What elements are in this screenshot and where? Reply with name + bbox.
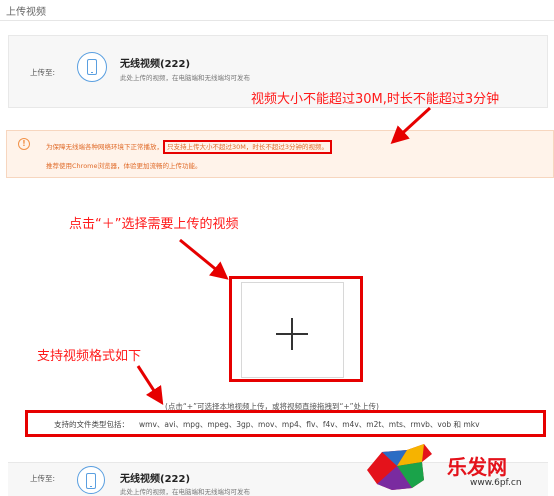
annotation-size-limit: 视频大小不能超过30M,时长不能超过3分钟: [251, 92, 500, 107]
watermark-logo: 乐发网: [447, 455, 507, 479]
bottom-mobile-phone-icon: [86, 473, 96, 489]
bottom-target-name: 无线视频(222): [120, 474, 191, 485]
plus-icon[interactable]: [291, 318, 293, 350]
upload-target-description: 此处上传的视频，在电脑端和无线端均可发布: [120, 74, 250, 82]
notice-banner: [6, 130, 554, 178]
annotation-click-plus: 点击“＋”选择需要上传的视频: [69, 217, 239, 232]
notice-text-prefix: 为保障无线端各种网络环境下正常播放，: [46, 143, 163, 151]
supported-formats: 支持的文件类型包括： wmv、avi、mpg、mpeg、3gp、mov、mp4、f…: [54, 419, 480, 430]
watermark-bull-icon: [367, 444, 432, 490]
notice-text-highlight: 只支持上传大小不超过30M，时长不超过3分钟的视频。: [163, 140, 333, 154]
arrow-to-upload-box: [179, 238, 229, 280]
formats-list: wmv、avi、mpg、mpeg、3gp、mov、mp4、flv、f4v、m4v…: [139, 420, 480, 429]
watermark-url: www.6pf.cn: [470, 478, 522, 488]
formats-label: 支持的文件类型包括：: [54, 420, 129, 429]
upload-target-name: 无线视频(222): [120, 59, 191, 70]
upload-target-selector[interactable]: [77, 52, 107, 82]
warning-icon: !: [18, 138, 30, 150]
upload-to-label: 上传至:: [30, 68, 56, 77]
arrow-to-formats: [136, 365, 164, 406]
notice-text: 为保障无线端各种网络环境下正常播放， 只支持上传大小不超过30M，时长不超过3分钟…: [46, 140, 333, 154]
browser-tip: 推荐使用Chrome浏览器，体验更加流畅的上传功能。: [46, 162, 202, 170]
page-title: 上传视频: [6, 7, 46, 18]
bottom-upload-to-label: 上传至:: [30, 474, 56, 483]
annotation-formats: 支持视频格式如下: [37, 349, 142, 364]
header-divider: [0, 20, 554, 21]
bottom-upload-target-selector[interactable]: [77, 466, 105, 494]
mobile-phone-icon: [87, 59, 97, 75]
